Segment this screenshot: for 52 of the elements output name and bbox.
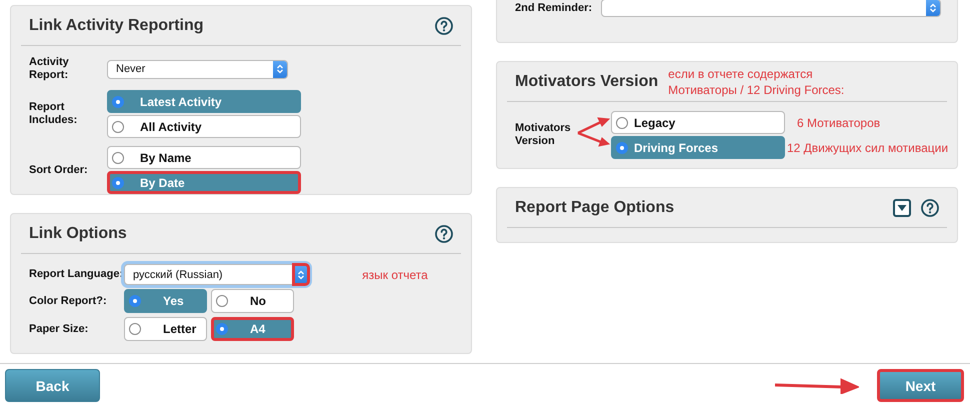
chevron-icon (297, 270, 305, 280)
radio-option[interactable]: By Date (107, 171, 301, 194)
select-field[interactable] (601, 0, 941, 17)
stepper-button[interactable] (273, 60, 287, 78)
field-label: Report Includes: (29, 101, 78, 127)
radio-icon (112, 120, 124, 132)
radio-option[interactable]: Yes (124, 289, 207, 313)
radio-icon (216, 323, 228, 335)
radio-option[interactable]: All Activity (107, 115, 301, 138)
annotation-note: 12 Движущих сил мотивации (787, 140, 948, 154)
stepper-button[interactable] (926, 0, 940, 16)
radio-option[interactable]: Latest Activity (107, 90, 301, 113)
chevron-icon (276, 64, 284, 74)
select-field[interactable]: русский (Russian) (124, 264, 309, 285)
annotation-arrows-drawing (577, 116, 611, 148)
panel-title: Motivators Version (515, 72, 658, 90)
field-label: Motivators Version (515, 122, 572, 148)
radio-option[interactable]: A4 (211, 317, 294, 341)
select-field[interactable]: Never (107, 60, 288, 78)
field-label: 2nd Reminder: (515, 2, 594, 14)
annotation-note: 6 Мотиваторов (797, 116, 880, 130)
field-label: Color Report?: (29, 294, 108, 308)
radio-icon (129, 323, 141, 335)
radio-option[interactable]: Legacy (611, 111, 785, 134)
radio-option[interactable]: No (211, 289, 294, 313)
back-button[interactable]: Back (5, 369, 100, 402)
help-icon[interactable] (435, 224, 453, 242)
chevron-icon (929, 3, 937, 13)
next-button[interactable]: Next (877, 369, 964, 402)
field-label: Activity Report: (29, 56, 70, 82)
radio-icon (112, 176, 124, 188)
radio-option[interactable]: Driving Forces (611, 136, 785, 159)
stepper-button[interactable] (294, 265, 308, 284)
field-label: Report Language: (29, 268, 124, 281)
annotation-note: язык отчета (362, 268, 429, 282)
radio-option[interactable]: Letter (124, 317, 207, 341)
radio-icon (616, 116, 628, 128)
field-label: Paper Size: (29, 322, 90, 336)
radio-option[interactable]: By Name (107, 146, 301, 169)
expand-toggle-icon[interactable] (893, 198, 911, 216)
field-label: Sort Order: (29, 164, 89, 176)
radio-icon (112, 96, 124, 108)
panel-title: Link Options (29, 224, 127, 242)
radio-icon (129, 295, 141, 307)
annotation-note: если в отчете содержатся Мотиваторы / 12 Driving Forces: (668, 66, 846, 98)
radio-icon (216, 295, 228, 307)
radio-icon (112, 152, 124, 164)
panel-title: Report Page Options (515, 198, 674, 216)
help-icon[interactable] (435, 16, 453, 34)
help-icon[interactable] (921, 198, 939, 216)
panel-title: Link Activity Reporting (29, 16, 204, 34)
radio-icon (616, 142, 628, 154)
